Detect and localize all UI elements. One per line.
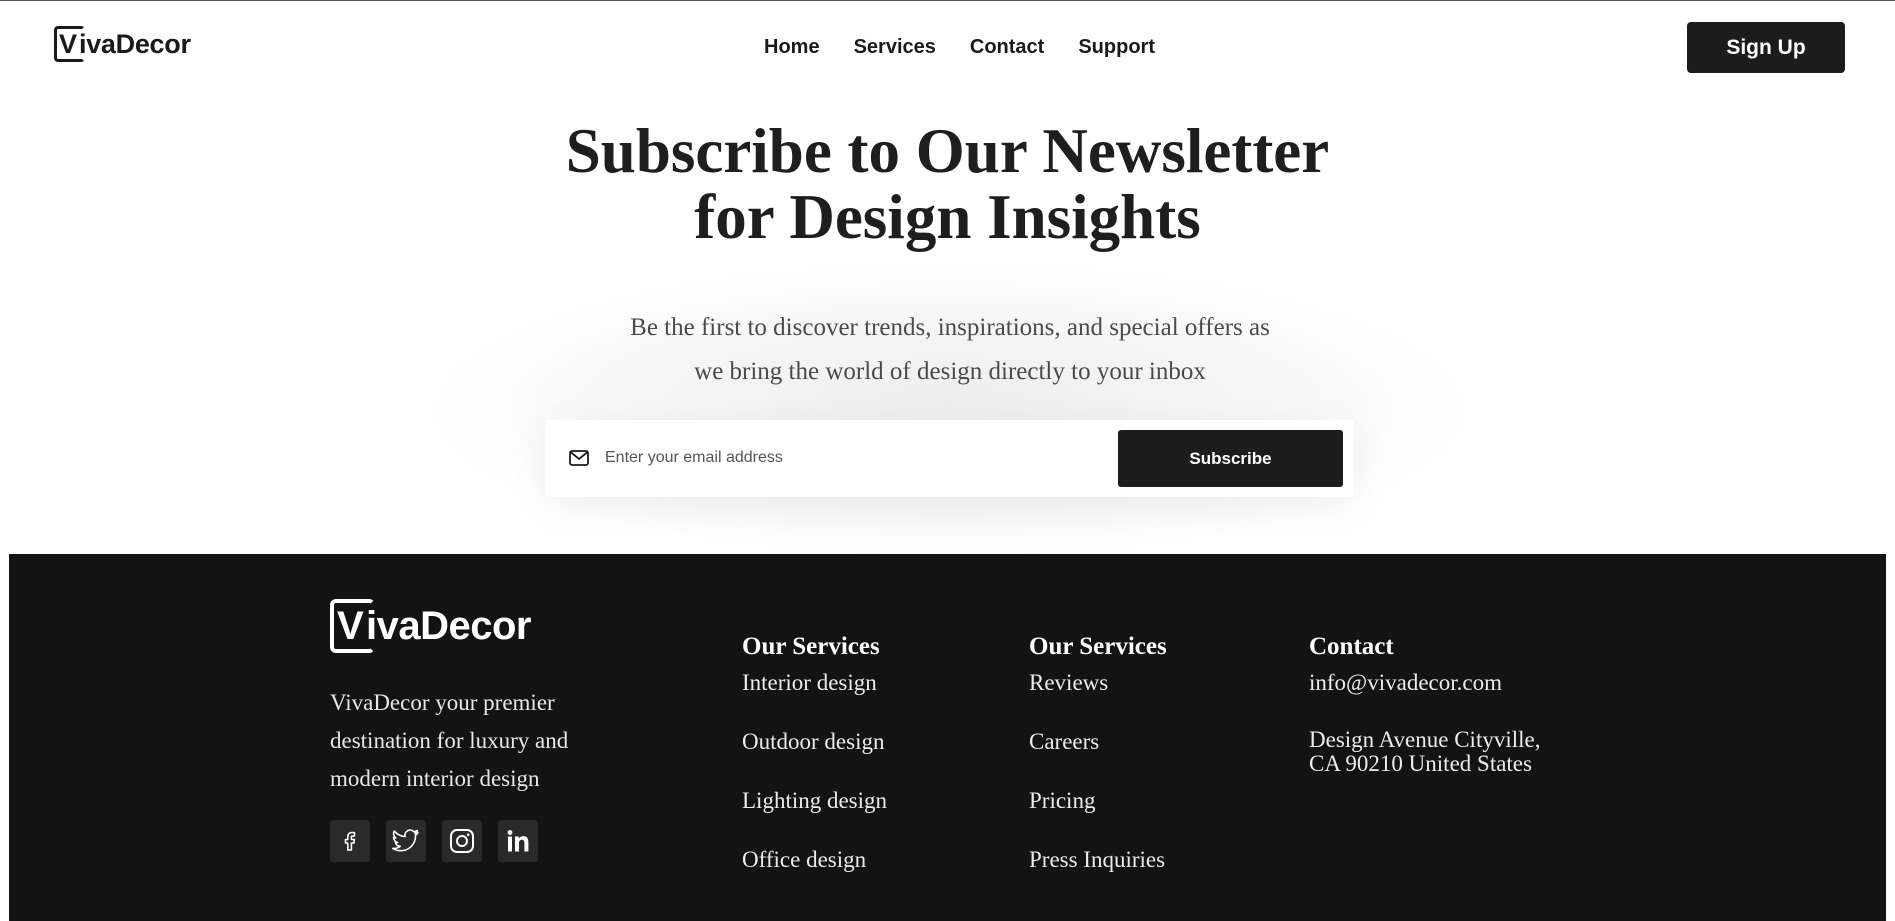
newsletter-subtitle: Be the first to discover trends, inspira… xyxy=(560,306,1340,394)
instagram-icon[interactable] xyxy=(442,820,482,862)
social-links xyxy=(330,820,538,862)
footer-contact-email[interactable]: info@vivadecor.com xyxy=(1309,668,1540,698)
footer-contact-heading: Contact xyxy=(1309,633,1394,660)
address-line-2: CA 90210 United States xyxy=(1309,751,1532,776)
footer-description: VivaDecor your premier destination for l… xyxy=(330,690,569,791)
nav-home[interactable]: Home xyxy=(764,35,820,59)
hero-glow xyxy=(420,260,1480,560)
subtitle-line-1: Be the first to discover trends, inspira… xyxy=(630,314,1270,341)
twitter-glyph xyxy=(392,829,419,852)
site-header: V ivaDecor Home Services Contact Support… xyxy=(0,0,1895,94)
facebook-icon[interactable] xyxy=(330,820,370,862)
footer-logo-text: ivaDecor xyxy=(366,603,531,648)
title-line-1: Subscribe to Our Newsletter xyxy=(565,116,1330,186)
footer-link-interior-design[interactable]: Interior design xyxy=(742,668,887,727)
address-line-1: Design Avenue Cityville, xyxy=(1309,727,1541,752)
twitter-icon[interactable] xyxy=(386,820,426,862)
newsletter-title: Subscribe to Our Newsletter for Design I… xyxy=(0,118,1895,250)
logo[interactable]: V ivaDecor xyxy=(54,26,191,62)
subtitle-line-2: we bring the world of design directly to… xyxy=(694,358,1206,385)
nav-support[interactable]: Support xyxy=(1078,35,1155,59)
nav-services[interactable]: Services xyxy=(854,35,936,59)
footer-link-reviews[interactable]: Reviews xyxy=(1029,668,1167,727)
footer-contact-column: Contact info@vivadecor.com Design Avenue… xyxy=(1309,632,1540,776)
nav-contact[interactable]: Contact xyxy=(970,35,1044,59)
mail-icon xyxy=(569,450,589,466)
linkedin-glyph xyxy=(507,830,529,852)
subscribe-button[interactable]: Subscribe xyxy=(1118,430,1343,487)
footer-services-column-1: Our Services Interior design Outdoor des… xyxy=(742,632,887,904)
main-nav: Home Services Contact Support xyxy=(764,35,1155,59)
email-input[interactable] xyxy=(605,442,1045,474)
title-line-2: for Design Insights xyxy=(694,182,1201,252)
footer-logo[interactable]: V ivaDecor xyxy=(330,599,531,653)
footer-link-pricing[interactable]: Pricing xyxy=(1029,786,1167,845)
logo-text: ivaDecor xyxy=(79,28,191,59)
footer-link-press-inquiries[interactable]: Press Inquiries xyxy=(1029,845,1167,904)
footer-link-lighting-design[interactable]: Lighting design xyxy=(742,786,887,845)
linkedin-icon[interactable] xyxy=(498,820,538,862)
facebook-glyph xyxy=(344,831,356,851)
footer-link-outdoor-design[interactable]: Outdoor design xyxy=(742,727,887,786)
site-footer: V ivaDecor VivaDecor your premier destin… xyxy=(9,554,1886,921)
sign-up-button[interactable]: Sign Up xyxy=(1687,22,1845,73)
subscribe-form: Subscribe xyxy=(545,420,1354,497)
footer-services-heading-2: Our Services xyxy=(1029,633,1167,660)
instagram-glyph xyxy=(450,829,474,853)
footer-link-careers[interactable]: Careers xyxy=(1029,727,1167,786)
footer-services-heading-1: Our Services xyxy=(742,633,880,660)
footer-contact-address: Design Avenue Cityville, CA 90210 United… xyxy=(1309,728,1540,776)
footer-services-column-2: Our Services Reviews Careers Pricing Pre… xyxy=(1029,632,1167,904)
footer-link-office-design[interactable]: Office design xyxy=(742,845,887,904)
